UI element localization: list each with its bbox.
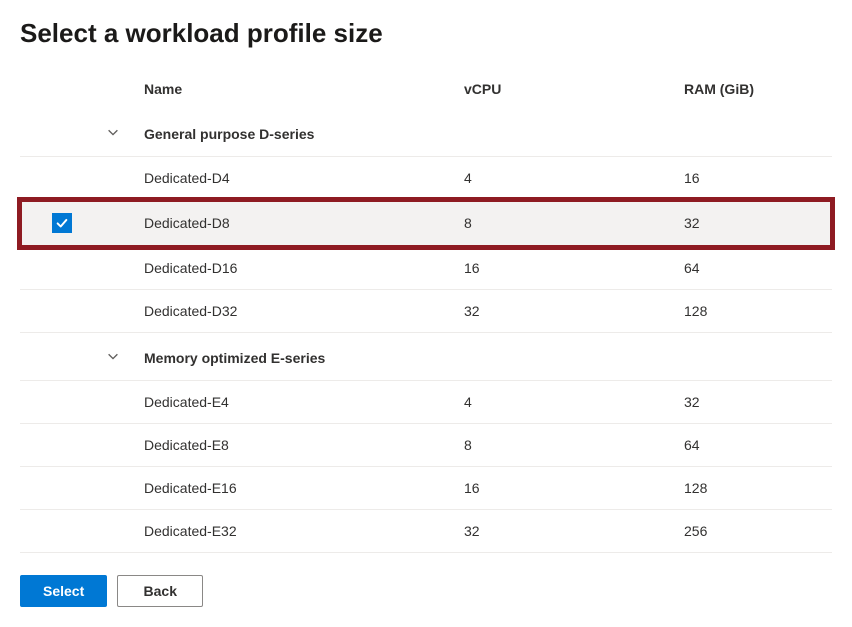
row-ram: 64: [676, 247, 832, 290]
row-ram: 128: [676, 467, 832, 510]
row-name: Dedicated-D32: [136, 290, 456, 333]
table-row[interactable]: Dedicated-D161664: [20, 247, 832, 290]
row-name: Dedicated-D16: [136, 247, 456, 290]
column-ram[interactable]: RAM (GiB): [676, 69, 832, 109]
profile-table: Name vCPU RAM (GiB) General purpose D-se…: [20, 69, 832, 553]
row-ram: 128: [676, 290, 832, 333]
row-vcpu: 16: [456, 247, 676, 290]
group-header[interactable]: Memory optimized E-series: [20, 333, 832, 381]
group-header[interactable]: General purpose D-series: [20, 109, 832, 157]
row-name: Dedicated-D4: [136, 157, 456, 200]
back-button[interactable]: Back: [117, 575, 203, 607]
column-name[interactable]: Name: [136, 69, 456, 109]
chevron-down-icon: [106, 126, 120, 142]
select-button[interactable]: Select: [20, 575, 107, 607]
table-row[interactable]: Dedicated-D4416: [20, 157, 832, 200]
chevron-down-icon: [106, 350, 120, 366]
table-row[interactable]: Dedicated-E4432: [20, 381, 832, 424]
table-row[interactable]: Dedicated-D3232128: [20, 290, 832, 333]
table-row[interactable]: Dedicated-E3232256: [20, 510, 832, 553]
row-name: Dedicated-D8: [136, 200, 456, 247]
footer-buttons: Select Back: [20, 575, 832, 607]
column-vcpu[interactable]: vCPU: [456, 69, 676, 109]
row-ram: 16: [676, 157, 832, 200]
group-label: Memory optimized E-series: [136, 333, 832, 381]
row-vcpu: 32: [456, 510, 676, 553]
table-row[interactable]: Dedicated-D8832: [20, 200, 832, 247]
row-vcpu: 4: [456, 381, 676, 424]
table-row[interactable]: Dedicated-E1616128: [20, 467, 832, 510]
row-ram: 32: [676, 200, 832, 247]
row-name: Dedicated-E8: [136, 424, 456, 467]
row-ram: 64: [676, 424, 832, 467]
group-label: General purpose D-series: [136, 109, 832, 157]
row-vcpu: 8: [456, 200, 676, 247]
row-vcpu: 4: [456, 157, 676, 200]
row-vcpu: 32: [456, 290, 676, 333]
row-vcpu: 16: [456, 467, 676, 510]
row-name: Dedicated-E16: [136, 467, 456, 510]
table-row[interactable]: Dedicated-E8864: [20, 424, 832, 467]
row-ram: 32: [676, 381, 832, 424]
checkbox-checked[interactable]: [52, 213, 72, 233]
row-vcpu: 8: [456, 424, 676, 467]
table-header: Name vCPU RAM (GiB): [20, 69, 832, 109]
row-name: Dedicated-E32: [136, 510, 456, 553]
row-ram: 256: [676, 510, 832, 553]
page-title: Select a workload profile size: [20, 18, 832, 49]
row-name: Dedicated-E4: [136, 381, 456, 424]
